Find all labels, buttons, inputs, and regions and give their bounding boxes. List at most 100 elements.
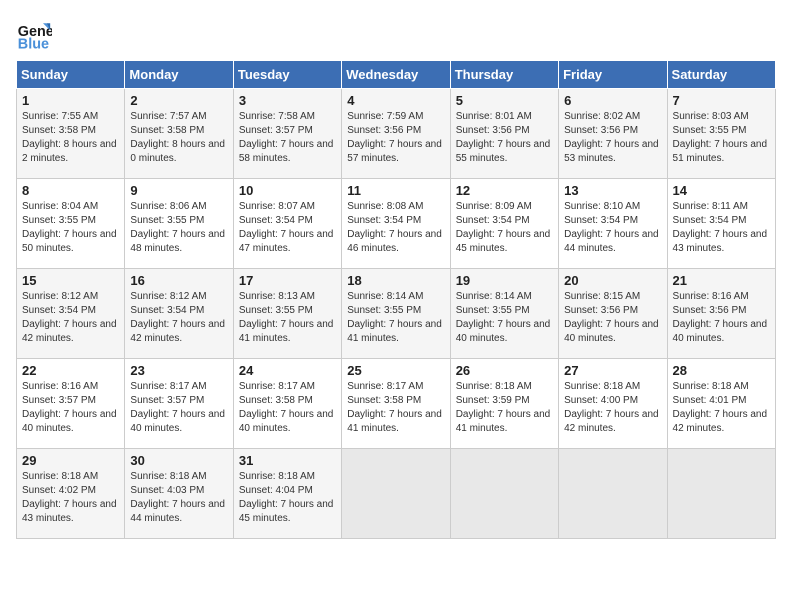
sunset-label: Sunset: 3:55 PM [456,305,530,316]
day-info: Sunrise: 8:07 AM Sunset: 3:54 PM Dayligh… [239,200,336,256]
daylight-label: Daylight: 7 hours and 40 minutes. [456,319,551,344]
day-info: Sunrise: 8:14 AM Sunset: 3:55 PM Dayligh… [347,290,444,346]
day-number: 24 [239,363,336,378]
daylight-label: Daylight: 7 hours and 41 minutes. [347,319,442,344]
day-cell: 18 Sunrise: 8:14 AM Sunset: 3:55 PM Dayl… [342,269,450,359]
day-info: Sunrise: 7:58 AM Sunset: 3:57 PM Dayligh… [239,110,336,166]
day-cell: 2 Sunrise: 7:57 AM Sunset: 3:58 PM Dayli… [125,89,233,179]
day-number: 1 [22,93,119,108]
day-number: 19 [456,273,553,288]
sunrise-label: Sunrise: 8:18 AM [456,381,532,392]
daylight-label: Daylight: 7 hours and 42 minutes. [130,319,225,344]
day-info: Sunrise: 8:18 AM Sunset: 4:04 PM Dayligh… [239,470,336,526]
daylight-label: Daylight: 7 hours and 43 minutes. [673,229,768,254]
day-cell [559,449,667,539]
col-header-monday: Monday [125,61,233,89]
day-number: 29 [22,453,119,468]
day-cell: 1 Sunrise: 7:55 AM Sunset: 3:58 PM Dayli… [17,89,125,179]
day-cell: 25 Sunrise: 8:17 AM Sunset: 3:58 PM Dayl… [342,359,450,449]
day-number: 28 [673,363,770,378]
daylight-label: Daylight: 7 hours and 55 minutes. [456,139,551,164]
sunset-label: Sunset: 3:56 PM [673,305,747,316]
sunrise-label: Sunrise: 8:17 AM [239,381,315,392]
sunrise-label: Sunrise: 8:12 AM [22,291,98,302]
daylight-label: Daylight: 7 hours and 45 minutes. [456,229,551,254]
sunrise-label: Sunrise: 8:14 AM [347,291,423,302]
sunset-label: Sunset: 4:02 PM [22,485,96,496]
sunset-label: Sunset: 3:57 PM [22,395,96,406]
sunset-label: Sunset: 3:54 PM [22,305,96,316]
day-info: Sunrise: 8:18 AM Sunset: 4:01 PM Dayligh… [673,380,770,436]
day-info: Sunrise: 7:57 AM Sunset: 3:58 PM Dayligh… [130,110,227,166]
sunrise-label: Sunrise: 7:57 AM [130,111,206,122]
day-cell: 12 Sunrise: 8:09 AM Sunset: 3:54 PM Dayl… [450,179,558,269]
header-row: SundayMondayTuesdayWednesdayThursdayFrid… [17,61,776,89]
week-row-4: 22 Sunrise: 8:16 AM Sunset: 3:57 PM Dayl… [17,359,776,449]
day-cell: 11 Sunrise: 8:08 AM Sunset: 3:54 PM Dayl… [342,179,450,269]
sunset-label: Sunset: 3:55 PM [239,305,313,316]
sunset-label: Sunset: 3:54 PM [130,305,204,316]
day-cell: 3 Sunrise: 7:58 AM Sunset: 3:57 PM Dayli… [233,89,341,179]
col-header-tuesday: Tuesday [233,61,341,89]
sunrise-label: Sunrise: 8:03 AM [673,111,749,122]
day-info: Sunrise: 8:04 AM Sunset: 3:55 PM Dayligh… [22,200,119,256]
sunset-label: Sunset: 3:57 PM [239,125,313,136]
sunset-label: Sunset: 3:54 PM [456,215,530,226]
day-info: Sunrise: 8:02 AM Sunset: 3:56 PM Dayligh… [564,110,661,166]
daylight-label: Daylight: 7 hours and 40 minutes. [564,319,659,344]
sunrise-label: Sunrise: 8:01 AM [456,111,532,122]
day-number: 4 [347,93,444,108]
day-cell [450,449,558,539]
day-info: Sunrise: 8:18 AM Sunset: 4:02 PM Dayligh… [22,470,119,526]
col-header-saturday: Saturday [667,61,775,89]
day-number: 10 [239,183,336,198]
day-info: Sunrise: 8:18 AM Sunset: 4:03 PM Dayligh… [130,470,227,526]
week-row-3: 15 Sunrise: 8:12 AM Sunset: 3:54 PM Dayl… [17,269,776,359]
day-cell: 26 Sunrise: 8:18 AM Sunset: 3:59 PM Dayl… [450,359,558,449]
sunset-label: Sunset: 3:58 PM [347,395,421,406]
daylight-label: Daylight: 7 hours and 41 minutes. [456,409,551,434]
sunrise-label: Sunrise: 8:17 AM [130,381,206,392]
day-number: 21 [673,273,770,288]
sunrise-label: Sunrise: 8:13 AM [239,291,315,302]
daylight-label: Daylight: 7 hours and 44 minutes. [130,499,225,524]
day-number: 26 [456,363,553,378]
day-cell: 31 Sunrise: 8:18 AM Sunset: 4:04 PM Dayl… [233,449,341,539]
sunset-label: Sunset: 3:55 PM [22,215,96,226]
day-number: 27 [564,363,661,378]
col-header-thursday: Thursday [450,61,558,89]
day-number: 11 [347,183,444,198]
day-number: 30 [130,453,227,468]
day-number: 18 [347,273,444,288]
day-number: 9 [130,183,227,198]
sunrise-label: Sunrise: 8:18 AM [130,471,206,482]
sunrise-label: Sunrise: 8:07 AM [239,201,315,212]
daylight-label: Daylight: 7 hours and 43 minutes. [22,499,117,524]
sunset-label: Sunset: 4:03 PM [130,485,204,496]
sunset-label: Sunset: 3:55 PM [130,215,204,226]
day-info: Sunrise: 7:59 AM Sunset: 3:56 PM Dayligh… [347,110,444,166]
sunrise-label: Sunrise: 8:04 AM [22,201,98,212]
daylight-label: Daylight: 8 hours and 0 minutes. [130,139,225,164]
day-cell [667,449,775,539]
day-info: Sunrise: 8:01 AM Sunset: 3:56 PM Dayligh… [456,110,553,166]
daylight-label: Daylight: 7 hours and 57 minutes. [347,139,442,164]
col-header-friday: Friday [559,61,667,89]
sunrise-label: Sunrise: 8:18 AM [239,471,315,482]
day-info: Sunrise: 8:13 AM Sunset: 3:55 PM Dayligh… [239,290,336,346]
day-number: 13 [564,183,661,198]
sunrise-label: Sunrise: 7:59 AM [347,111,423,122]
logo: General Blue [16,16,56,52]
day-info: Sunrise: 8:12 AM Sunset: 3:54 PM Dayligh… [22,290,119,346]
day-cell: 20 Sunrise: 8:15 AM Sunset: 3:56 PM Dayl… [559,269,667,359]
sunset-label: Sunset: 3:58 PM [130,125,204,136]
sunrise-label: Sunrise: 7:55 AM [22,111,98,122]
day-number: 8 [22,183,119,198]
day-cell: 10 Sunrise: 8:07 AM Sunset: 3:54 PM Dayl… [233,179,341,269]
sunset-label: Sunset: 3:55 PM [673,125,747,136]
day-cell: 23 Sunrise: 8:17 AM Sunset: 3:57 PM Dayl… [125,359,233,449]
logo-icon: General Blue [16,16,52,52]
sunset-label: Sunset: 3:54 PM [347,215,421,226]
sunrise-label: Sunrise: 8:12 AM [130,291,206,302]
sunrise-label: Sunrise: 8:06 AM [130,201,206,212]
